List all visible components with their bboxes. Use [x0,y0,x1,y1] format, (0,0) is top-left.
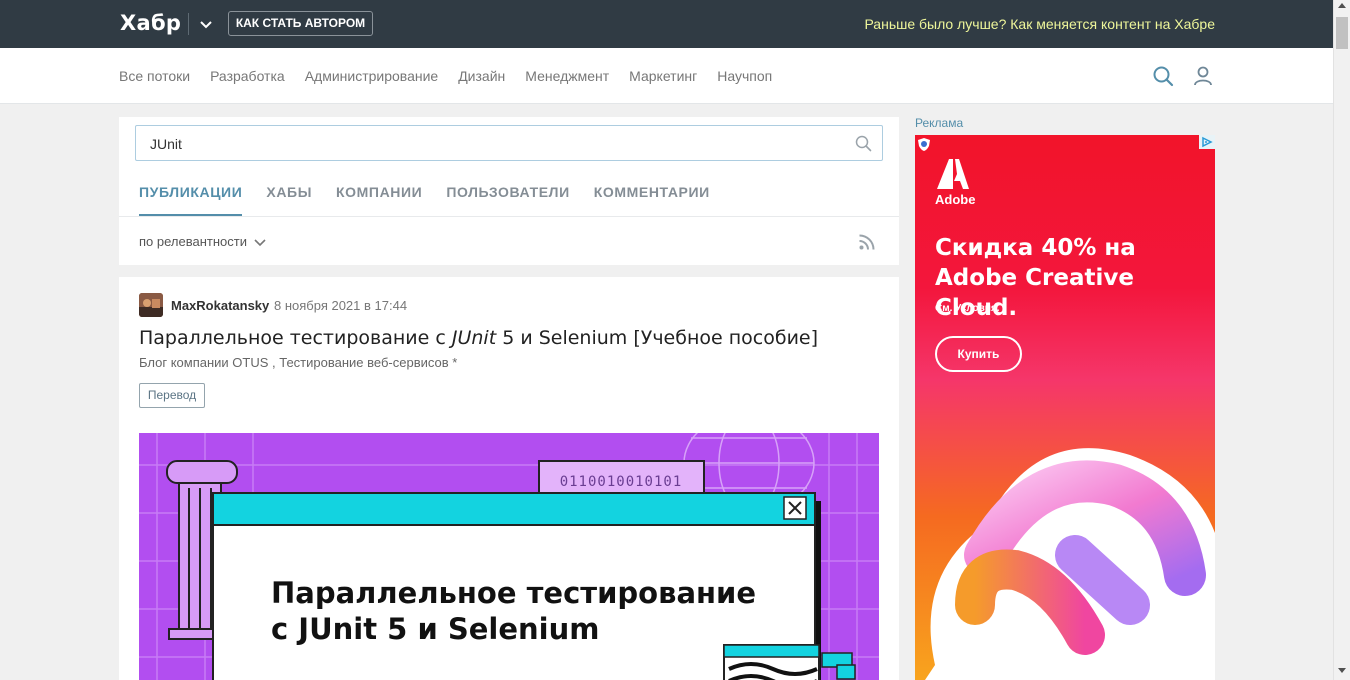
adchoices-icon[interactable] [1199,135,1215,149]
buy-button[interactable]: Купить [935,336,1022,372]
nav-items: Все потоки Разработка Администрирование … [119,68,792,84]
promo-link[interactable]: Раньше было лучше? Как меняется контент … [864,16,1215,32]
cover-headline-line1: Параллельное тестирование [271,576,756,610]
nav-item-all[interactable]: Все потоки [119,68,190,84]
top-bar: Хабр КАК СТАТЬ АВТОРОМ Раньше было лучше… [0,0,1333,48]
title-highlight: JUnit [451,327,497,349]
chevron-down-icon [254,238,266,246]
page-scrollbar[interactable] [1333,0,1350,680]
become-author-button[interactable]: КАК СТАТЬ АВТОРОМ [228,11,373,36]
nav-item-develop[interactable]: Разработка [210,68,285,84]
nav-item-marketing[interactable]: Маркетинг [629,68,697,84]
scroll-down-arrow-icon[interactable] [1338,668,1346,673]
ad-terms-link[interactable]: См. Условия. [935,303,1000,314]
cover-binary-text: 0110010010101 [560,474,683,490]
adobe-brand: Adobe [935,192,976,207]
search-input[interactable]: JUnit [135,125,883,161]
search-panel: JUnit ПУБЛИКАЦИИ ХАБЫ КОМПАНИИ ПОЛЬЗОВАТ… [119,117,899,265]
main-nav: Все потоки Разработка Администрирование … [0,48,1333,104]
title-part: Параллельное тестирование с [139,327,452,349]
search-icon[interactable] [855,135,872,152]
shield-icon [918,138,930,151]
article-hubs[interactable]: Блог компании OTUS , Тестирование веб-се… [139,355,457,370]
adobe-logo-icon [937,159,969,189]
translation-tag[interactable]: Перевод [139,383,205,408]
nav-item-popsci[interactable]: Научпоп [717,68,772,84]
sort-label: по релевантности [139,234,247,249]
tab-users[interactable]: ПОЛЬЗОВАТЕЛИ [446,184,569,216]
user-icon[interactable] [1192,65,1214,87]
search-tabs: ПУБЛИКАЦИИ ХАБЫ КОМПАНИИ ПОЛЬЗОВАТЕЛИ КО… [139,184,734,216]
tab-comments[interactable]: КОММЕНТАРИИ [594,184,710,216]
cover-headline-line2: с JUnit 5 и Selenium [271,612,599,646]
article-title[interactable]: Параллельное тестирование с JUnit 5 и Se… [139,327,818,349]
divider [119,216,899,217]
article-cover-image[interactable]: 0110010010101 Параллельное тестирование … [139,433,879,680]
habr-logo[interactable]: Хабр [120,11,181,35]
adobe-ad-banner[interactable]: Adobe Скидка 40% на Adobe Creative Cloud… [915,135,1215,680]
avatar[interactable] [139,293,163,317]
rss-icon[interactable] [858,233,876,251]
avatar-image [139,293,163,317]
publish-date: 8 ноября 2021 в 17:44 [274,298,408,313]
creative-cloud-logo-icon [925,448,1215,680]
ad-label: Реклама [915,116,964,130]
nav-item-design[interactable]: Дизайн [458,68,505,84]
tab-hubs[interactable]: ХАБЫ [266,184,312,216]
sort-dropdown[interactable]: по релевантности [139,234,267,249]
article-card: MaxRokatansky 8 ноября 2021 в 17:44 Пара… [119,277,899,680]
info-icon [1202,136,1213,148]
chevron-down-icon[interactable] [198,16,214,32]
cover-illustration: 0110010010101 Параллельное тестирование … [139,433,879,680]
title-part: 5 и Selenium [Учебное пособие] [496,327,819,349]
author-name[interactable]: MaxRokatansky [171,298,269,313]
nav-item-admin[interactable]: Администрирование [305,68,439,84]
nav-item-management[interactable]: Менеджмент [525,68,609,84]
scrollbar-thumb[interactable] [1336,17,1348,49]
tab-publications[interactable]: ПУБЛИКАЦИИ [139,184,243,216]
logo-divider [188,13,189,35]
search-icon[interactable] [1152,65,1174,87]
scroll-up-arrow-icon[interactable] [1338,3,1346,8]
tab-companies[interactable]: КОМПАНИИ [336,184,422,216]
search-input-value[interactable]: JUnit [150,136,182,152]
